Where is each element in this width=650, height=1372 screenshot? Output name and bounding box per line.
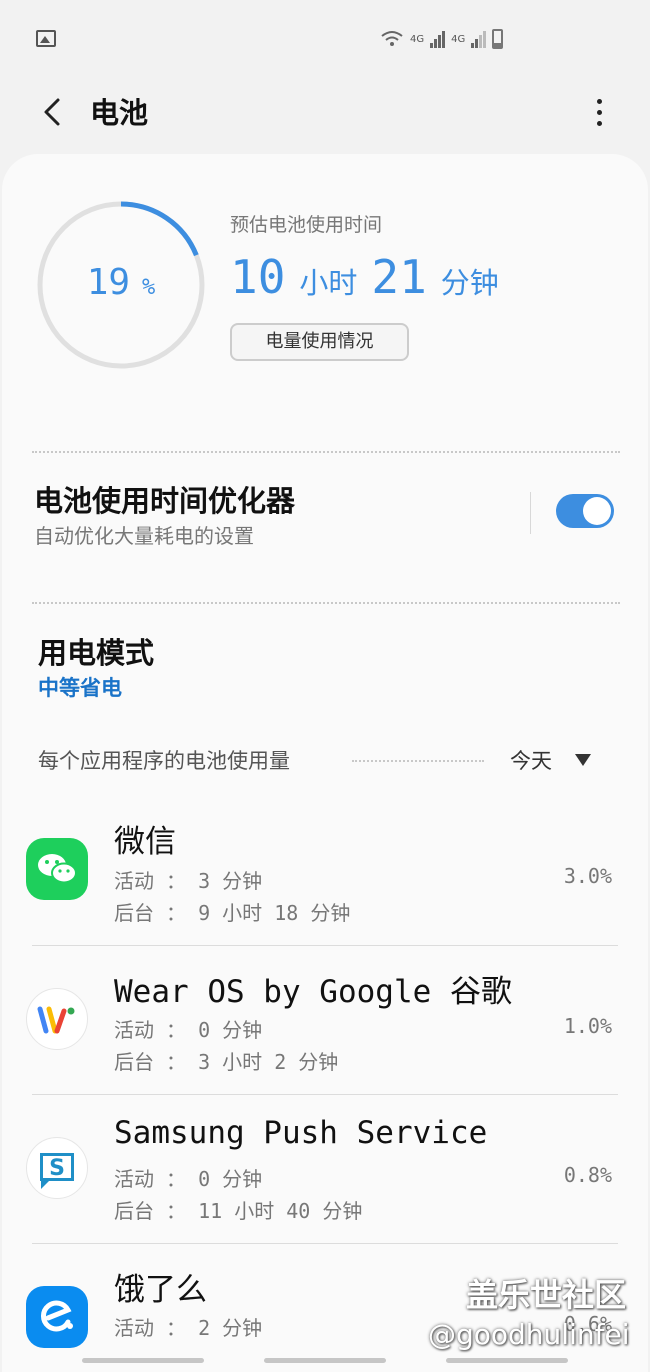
divider — [32, 451, 620, 453]
row-divider — [32, 1094, 618, 1095]
image-icon — [36, 30, 56, 47]
battery-icon — [492, 29, 504, 49]
battery-percent-unit: % — [142, 275, 156, 300]
row-divider — [32, 1243, 618, 1244]
wifi-icon — [381, 31, 403, 46]
app-name: 微信 — [114, 824, 176, 860]
optimizer-title[interactable]: 电池使用时间优化器 — [34, 478, 295, 520]
app-name: Samsung Push Service — [114, 1115, 488, 1151]
wechat-icon — [26, 838, 88, 900]
battery-usage-button[interactable]: 电量使用情况 — [230, 323, 409, 361]
system-icons: 4G 4G — [380, 26, 504, 52]
navigation-bar — [0, 1356, 650, 1372]
signal-4g-icon — [430, 30, 446, 48]
divider — [32, 602, 620, 604]
app-bar: 电池 — [0, 80, 650, 144]
svg-text:S: S — [49, 1156, 65, 1181]
app-row-wear-os[interactable]: Wear OS by Google 谷歌 活动 ： 0 分钟 后台 ： 3 小时… — [0, 962, 650, 1110]
per-app-dots — [352, 760, 484, 762]
app-row-wechat[interactable]: 微信 活动 ： 3 分钟 后台 ： 9 小时 18 分钟 3.0% — [0, 812, 650, 960]
wear-os-icon — [26, 988, 88, 1050]
nav-back[interactable] — [446, 1358, 568, 1363]
caret-down-icon[interactable] — [575, 754, 591, 766]
samsung-push-icon: S — [26, 1137, 88, 1199]
app-background-time: 后台 ： 9 小时 18 分钟 — [114, 901, 351, 925]
toggle-separator — [530, 492, 531, 534]
app-active-time: 活动 ： 2 分钟 — [114, 1316, 263, 1340]
power-mode-value: 中等省电 — [38, 676, 122, 700]
estimate-label: 预估电池使用时间 — [230, 214, 383, 236]
app-background-time: 后台 ： 3 小时 2 分钟 — [114, 1050, 339, 1074]
app-percent: 1.0% — [563, 1014, 612, 1038]
network-type-1: 4G — [410, 33, 425, 45]
estimate-minutes-unit: 分钟 — [440, 266, 499, 300]
estimate-minutes: 21 — [371, 250, 427, 304]
network-type-2: 4G — [451, 33, 466, 45]
estimate-time: 10 小时 21 分钟 — [230, 250, 513, 304]
estimate-hours-unit: 小时 — [299, 266, 358, 300]
optimizer-toggle[interactable] — [556, 494, 614, 528]
app-name: Wear OS by Google 谷歌 — [114, 974, 512, 1010]
app-percent: 0.8% — [563, 1163, 612, 1187]
status-bar: 4G 4G — [0, 0, 650, 80]
power-mode-title[interactable]: 用电模式 — [38, 630, 154, 672]
battery-percent: 19% — [36, 262, 206, 303]
eleme-icon — [26, 1286, 88, 1348]
more-vertical-icon[interactable] — [584, 92, 614, 132]
nav-home[interactable] — [264, 1358, 386, 1363]
watermark-community: 盖乐世社区 — [466, 1276, 627, 1314]
app-active-time: 活动 ： 0 分钟 — [114, 1167, 263, 1191]
period-dropdown[interactable]: 今天 — [510, 745, 552, 775]
app-name: 饿了么 — [114, 1272, 207, 1308]
battery-percent-value: 19 — [86, 262, 131, 303]
row-divider — [32, 945, 618, 946]
estimate-hours: 10 — [230, 250, 286, 304]
watermark-handle: @goodhulinfei — [428, 1318, 630, 1351]
app-percent: 3.0% — [563, 864, 612, 888]
app-row-samsung-push[interactable]: S Samsung Push Service 活动 ： 0 分钟 后台 ： 11… — [0, 1111, 650, 1259]
app-background-time: 后台 ： 11 小时 40 分钟 — [114, 1199, 363, 1223]
toggle-knob — [583, 497, 611, 525]
signal-4g-icon — [471, 30, 487, 48]
chevron-left-icon[interactable] — [36, 92, 76, 132]
app-active-time: 活动 ： 3 分钟 — [114, 869, 263, 893]
app-active-time: 活动 ： 0 分钟 — [114, 1018, 263, 1042]
optimizer-subtitle: 自动优化大量耗电的设置 — [34, 524, 254, 548]
nav-recents[interactable] — [82, 1358, 204, 1363]
per-app-usage-label: 每个应用程序的电池使用量 — [38, 749, 290, 773]
page-title: 电池 — [90, 96, 149, 130]
